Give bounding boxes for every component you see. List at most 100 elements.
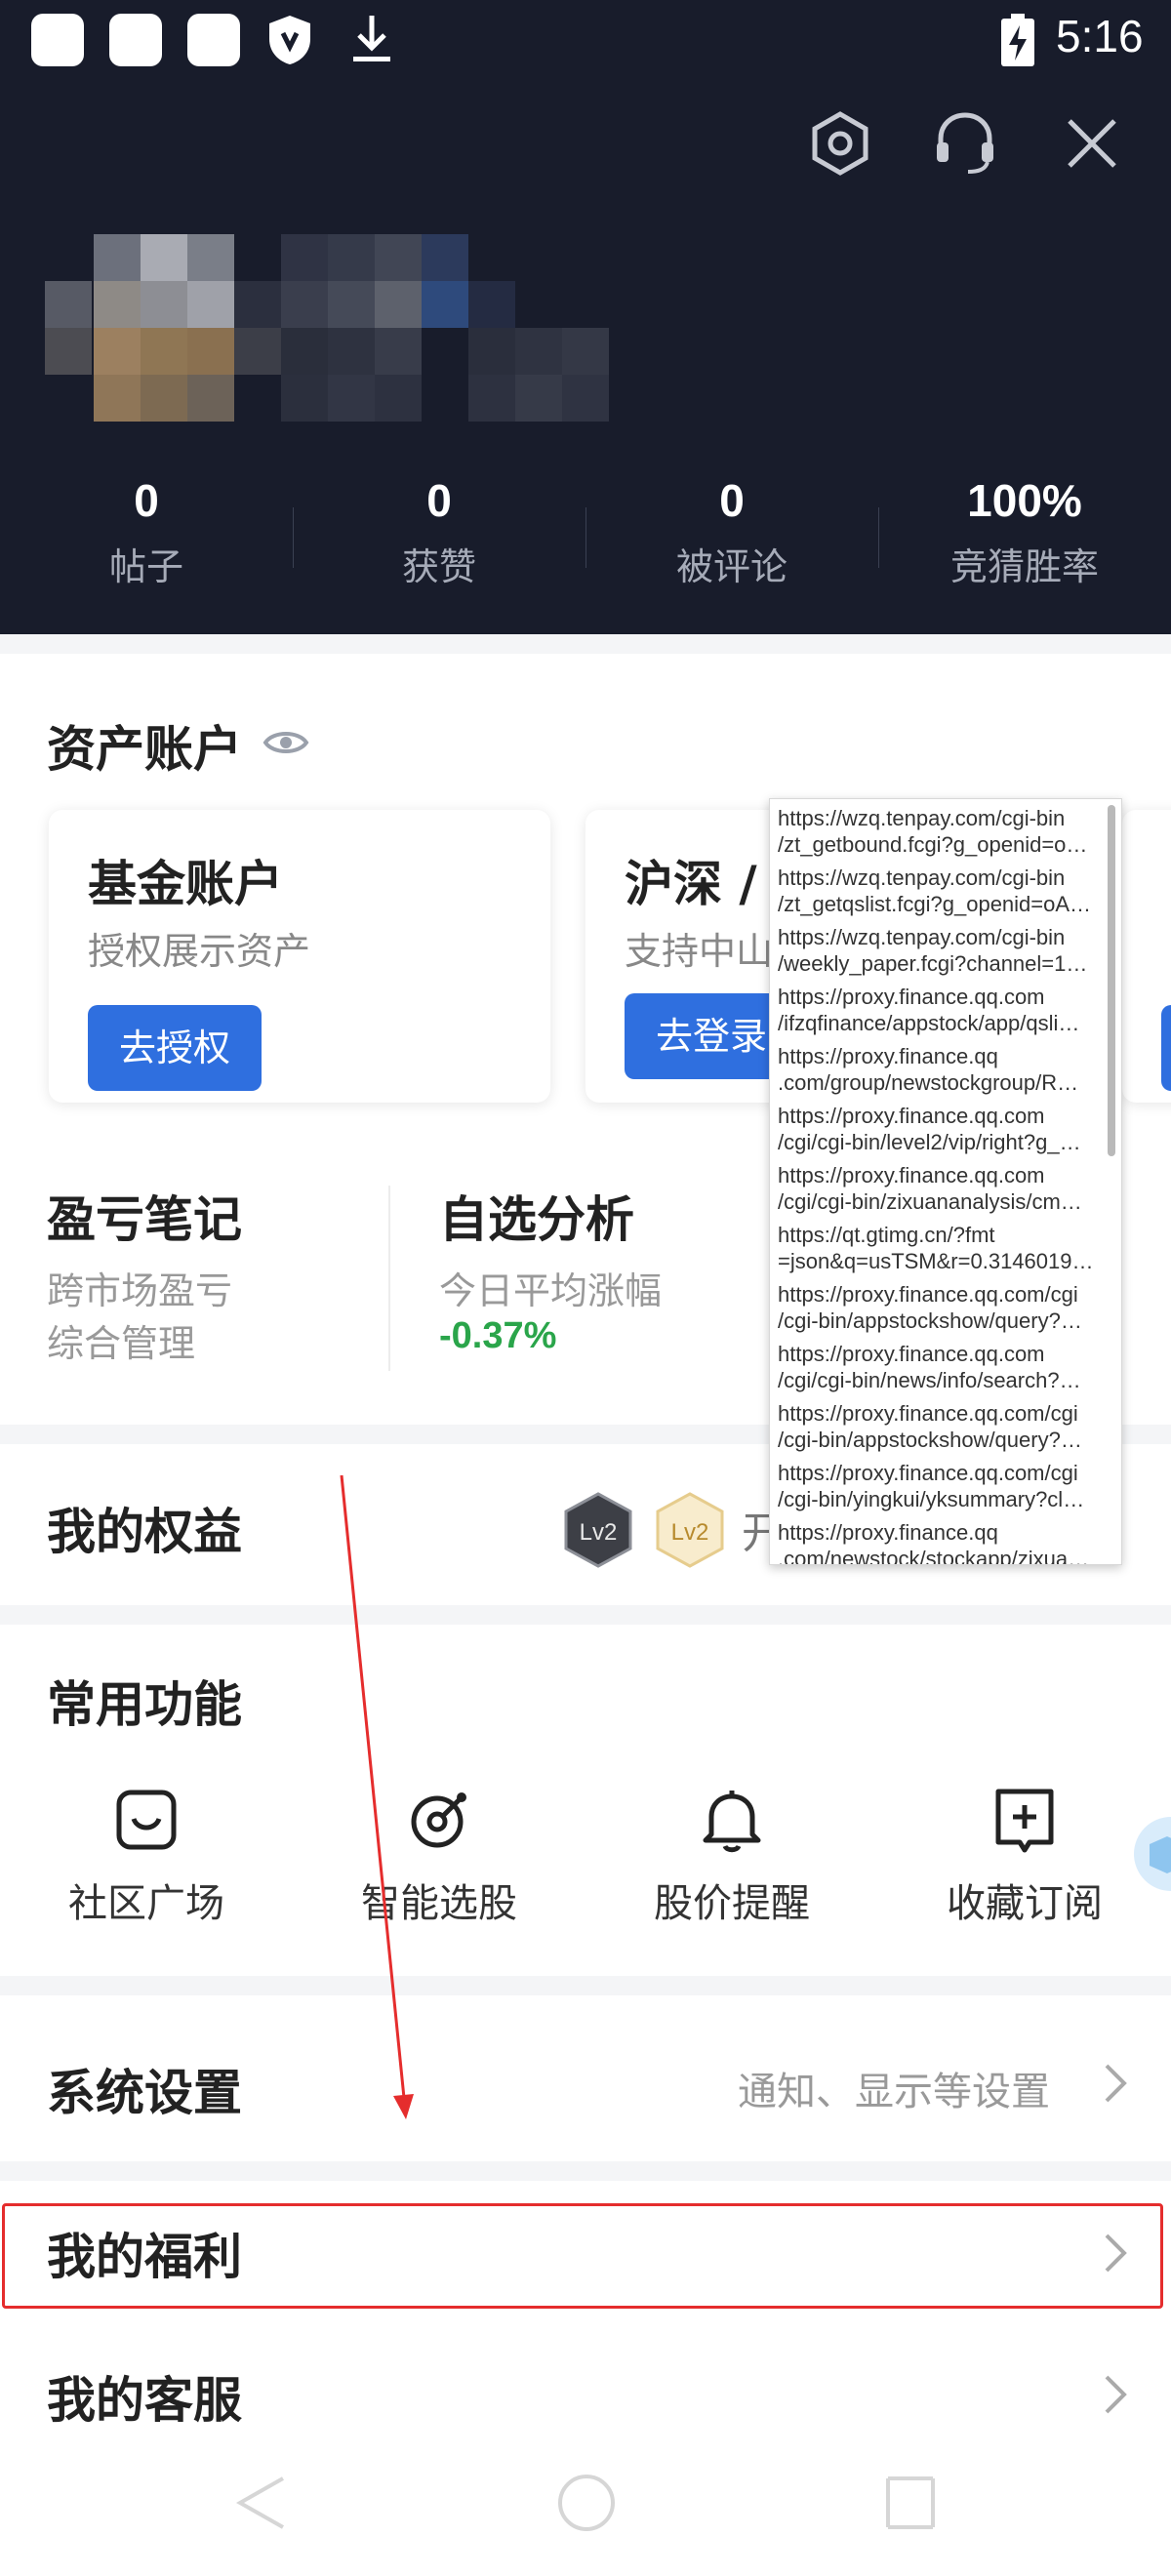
next-account-card[interactable] xyxy=(1122,810,1171,1103)
profile-stats: 0 帖子 0 获赞 0 被评论 100% 竞猜胜率 xyxy=(0,468,1171,605)
smart-stock-pick-button[interactable]: 智能选股 xyxy=(312,1786,566,1928)
url-line: https://proxy.finance.qq.com xyxy=(778,1163,1045,1187)
home-icon[interactable] xyxy=(552,2469,621,2537)
price-alert-button[interactable]: 股价提醒 xyxy=(605,1786,859,1928)
average-change-value: -0.37% xyxy=(439,1315,557,1356)
stat-label: 竞猜胜率 xyxy=(949,545,1099,588)
service-title: 我的客服 xyxy=(47,2372,242,2429)
divider xyxy=(388,1186,390,1371)
pnl-notes-line: 跨市场盈亏 xyxy=(47,1269,233,1312)
customer-service-row[interactable]: 我的客服 xyxy=(0,2322,1171,2576)
url-item[interactable]: https://proxy.finance.qq.com /cgi/cgi-bi… xyxy=(778,1103,1106,1155)
system-settings-detail: 通知、显示等设置 xyxy=(738,2070,1050,2114)
url-item[interactable]: https://proxy.finance.qq.com /ifzqfinanc… xyxy=(778,984,1106,1036)
close-icon[interactable] xyxy=(1058,109,1126,178)
stat-likes[interactable]: 0 获赞 xyxy=(293,468,586,605)
community-square-button[interactable]: 社区广场 xyxy=(20,1786,273,1928)
download-icon xyxy=(353,16,390,61)
url-line: https://proxy.finance.qq.com/cgi xyxy=(778,1401,1078,1426)
url-item[interactable]: https://proxy.finance.qq.com /cgi/cgi-bi… xyxy=(778,1341,1106,1393)
url-item[interactable]: https://proxy.finance.qq .com/group/news… xyxy=(778,1043,1106,1096)
url-line: /ifzqfinance/appstock/app/qsli… xyxy=(778,1011,1080,1035)
system-settings-row[interactable]: 系统设置 通知、显示等设置 xyxy=(0,1995,1171,2161)
watchlist-analysis-title[interactable]: 自选分析 xyxy=(439,1181,634,1251)
badge-text: Lv2 xyxy=(671,1519,709,1546)
stat-comments[interactable]: 0 被评论 xyxy=(586,468,878,605)
url-line: /zt_getbound.fcgi?g_openid=o… xyxy=(778,832,1088,857)
url-line: https://wzq.tenpay.com/cgi-bin xyxy=(778,806,1066,830)
scrollbar[interactable] xyxy=(1108,805,1115,1156)
url-line: .com/group/newstockgroup/R… xyxy=(778,1070,1079,1095)
floating-cube-icon[interactable] xyxy=(1130,1815,1171,1893)
eye-icon[interactable] xyxy=(262,718,310,767)
shield-icon xyxy=(269,16,310,64)
app-icon xyxy=(109,14,162,66)
stat-label: 被评论 xyxy=(675,545,787,588)
function-label: 收藏订阅 xyxy=(947,1881,1103,1926)
battery-charging-icon xyxy=(1001,14,1034,66)
avatar[interactable] xyxy=(45,234,611,422)
url-line: /cgi/cgi-bin/level2/vip/right?g_… xyxy=(778,1130,1081,1154)
recents-icon[interactable] xyxy=(876,2469,945,2537)
chevron-right-icon xyxy=(1105,2064,1127,2103)
url-line: https://proxy.finance.qq.com/cgi xyxy=(778,1461,1078,1485)
card-subtitle: 支持中山 xyxy=(625,930,774,973)
settings-hexagon-icon[interactable] xyxy=(806,109,874,178)
card-button[interactable] xyxy=(1161,1005,1171,1091)
url-item[interactable]: https://wzq.tenpay.com/cgi-bin /zt_getqs… xyxy=(778,865,1106,917)
stat-value: 0 xyxy=(426,475,452,526)
function-label: 股价提醒 xyxy=(654,1881,810,1926)
url-line: https://proxy.finance.qq.com xyxy=(778,1342,1045,1366)
authorize-button[interactable]: 去授权 xyxy=(88,1005,262,1091)
card-subtitle: 授权展示资产 xyxy=(88,930,311,973)
status-time: 5:16 xyxy=(1056,11,1144,61)
url-line: =json&q=usTSM&r=0.3146019… xyxy=(778,1249,1094,1273)
app-icon xyxy=(31,14,84,66)
level-badge-icon: Lv2 xyxy=(564,1492,632,1568)
watchlist-analysis-line: 今日平均涨幅 xyxy=(439,1269,663,1312)
highlight-box xyxy=(2,2203,1163,2309)
url-overlay-panel[interactable]: https://wzq.tenpay.com/cgi-bin /zt_getbo… xyxy=(769,798,1122,1565)
functions-title: 常用功能 xyxy=(47,1676,242,1733)
back-icon[interactable] xyxy=(226,2469,295,2537)
magic-select-icon xyxy=(411,1792,466,1848)
url-line: /weekly_paper.fcgi?channel=1… xyxy=(778,951,1088,976)
bookmark-add-icon xyxy=(995,1789,1054,1853)
url-line: /cgi/cgi-bin/news/info/search?… xyxy=(778,1368,1081,1392)
stat-label: 获赞 xyxy=(401,545,476,588)
pnl-notes-title[interactable]: 盈亏笔记 xyxy=(47,1181,242,1251)
url-line: https://qt.gtimg.cn/?fmt xyxy=(778,1223,995,1247)
url-item[interactable]: https://proxy.finance.qq.com/cgi /cgi-bi… xyxy=(778,1400,1106,1453)
bell-icon xyxy=(703,1791,761,1853)
function-label: 智能选股 xyxy=(361,1881,517,1926)
fund-account-card[interactable]: 基金账户 授权展示资产 去授权 xyxy=(49,810,550,1103)
smile-box-icon xyxy=(116,1790,177,1850)
stat-value: 0 xyxy=(719,475,745,526)
url-item[interactable]: https://wzq.tenpay.com/cgi-bin /weekly_p… xyxy=(778,924,1106,977)
url-line: /cgi/cgi-bin/zixuananalysis/cm… xyxy=(778,1189,1082,1214)
pnl-notes-line: 综合管理 xyxy=(47,1322,196,1365)
app-icon xyxy=(187,14,240,66)
headset-icon[interactable] xyxy=(931,109,999,178)
url-item[interactable]: https://proxy.finance.qq.com/cgi /cgi-bi… xyxy=(778,1460,1106,1512)
chevron-right-icon xyxy=(1105,2375,1127,2414)
url-line: https://proxy.finance.qq.com xyxy=(778,985,1045,1009)
url-item[interactable]: https://proxy.finance.qq.com/cgi /cgi-bi… xyxy=(778,1281,1106,1334)
profile-header: 5:16 0 帖子 0 获赞 0 被评论 100% 竞猜胜率 xyxy=(0,0,1171,634)
stat-posts[interactable]: 0 帖子 xyxy=(0,468,293,605)
favorites-subscription-button[interactable]: 收藏订阅 xyxy=(898,1786,1151,1928)
url-item[interactable]: https://proxy.finance.qq .com/newstock/s… xyxy=(778,1519,1106,1565)
level-badge-icon: Lv2 xyxy=(656,1492,724,1568)
assets-title: 资产账户 xyxy=(47,721,242,778)
url-item[interactable]: https://wzq.tenpay.com/cgi-bin /zt_getbo… xyxy=(778,805,1106,858)
url-line: https://wzq.tenpay.com/cgi-bin xyxy=(778,925,1066,949)
stat-label: 帖子 xyxy=(108,545,183,588)
url-line: .com/newstock/stockapp/zixua… xyxy=(778,1547,1090,1565)
stat-win-rate[interactable]: 100% 竞猜胜率 xyxy=(878,468,1171,605)
url-item[interactable]: https://qt.gtimg.cn/?fmt =json&q=usTSM&r… xyxy=(778,1222,1106,1274)
url-line: https://proxy.finance.qq xyxy=(778,1044,998,1068)
card-title: 沪深 / xyxy=(625,856,757,912)
url-line: https://proxy.finance.qq.com/cgi xyxy=(778,1282,1078,1307)
function-label: 社区广场 xyxy=(68,1881,224,1926)
url-item[interactable]: https://proxy.finance.qq.com /cgi/cgi-bi… xyxy=(778,1162,1106,1215)
